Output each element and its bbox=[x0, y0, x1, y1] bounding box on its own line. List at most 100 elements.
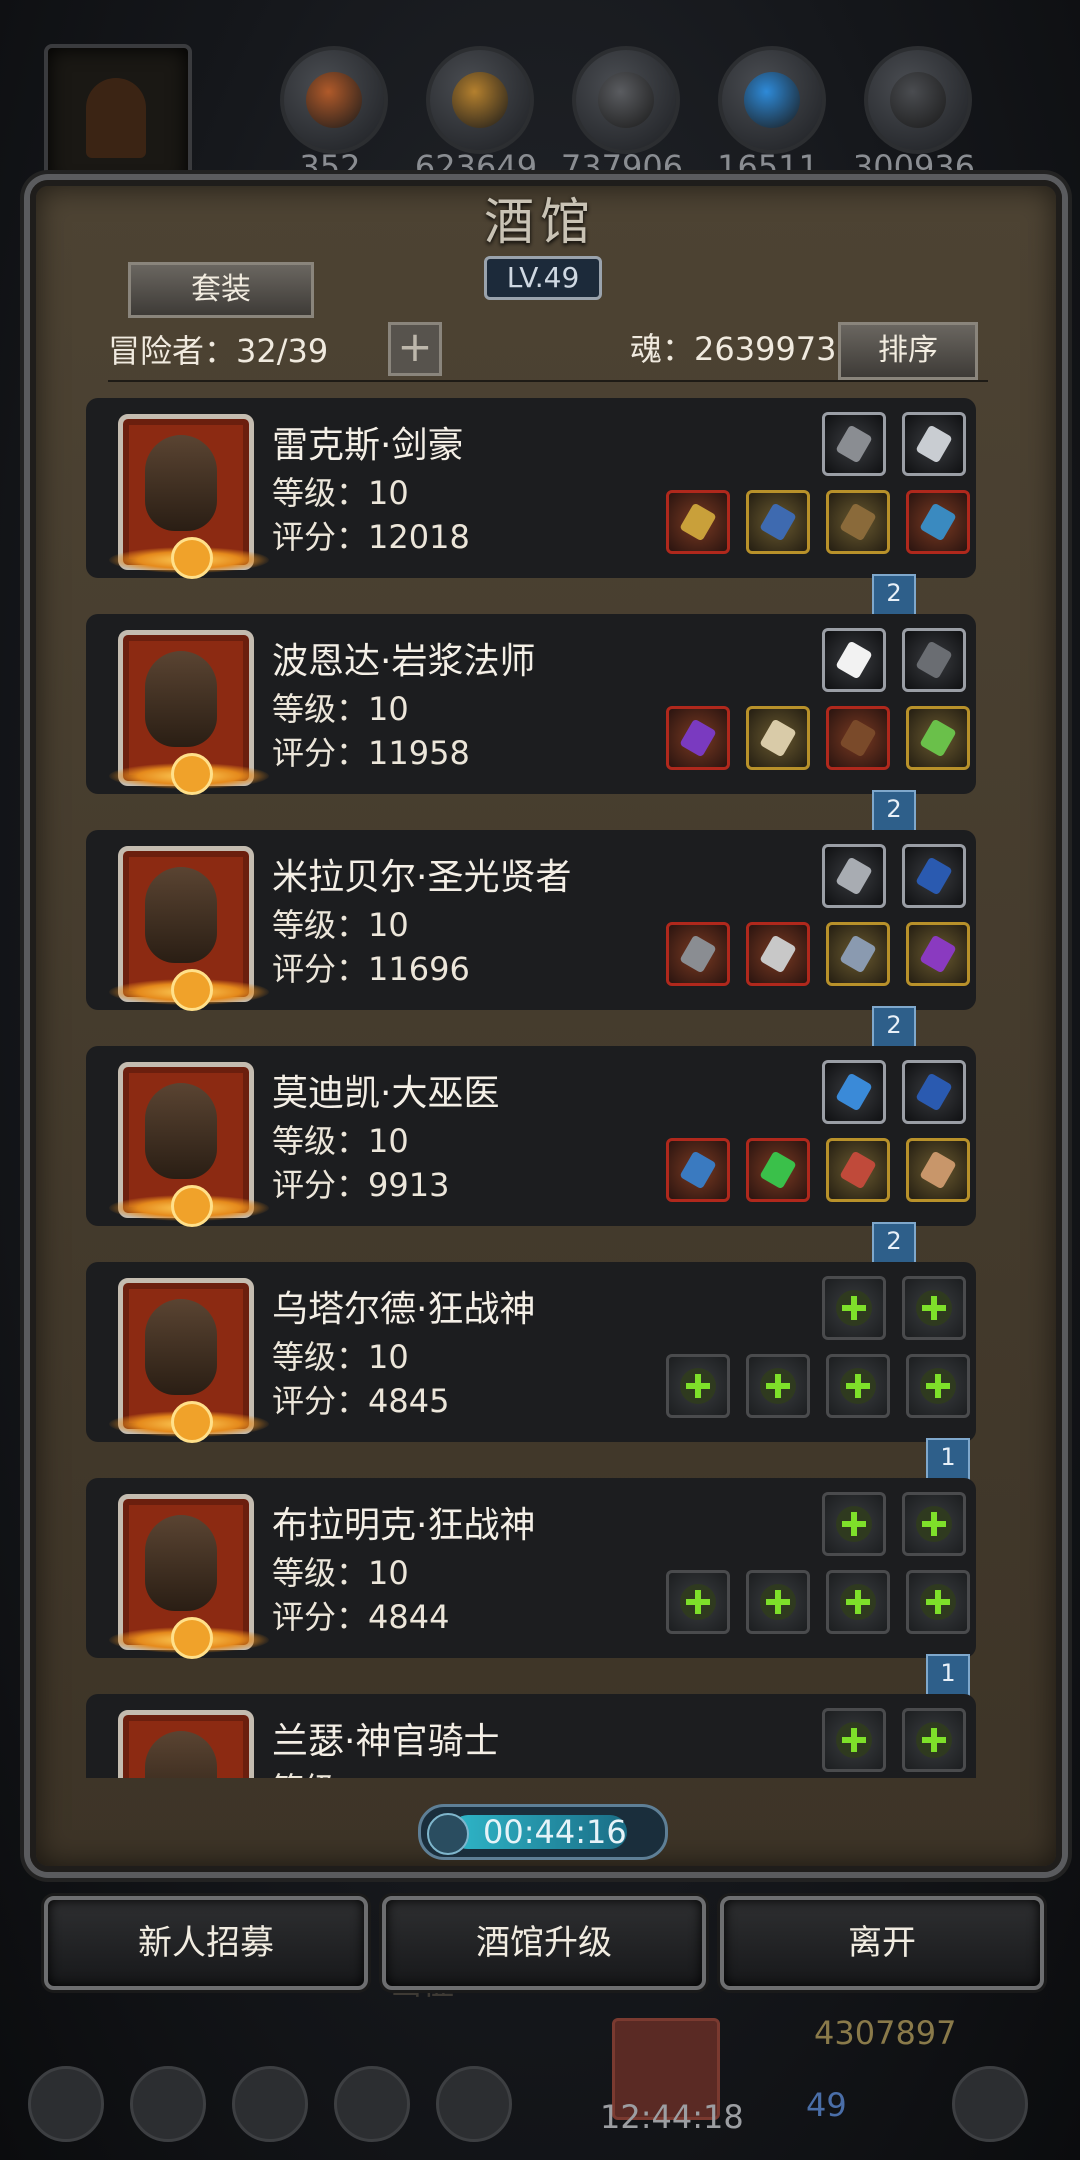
achievement-icon[interactable] bbox=[130, 2066, 206, 2142]
equipment-slot[interactable] bbox=[826, 706, 890, 770]
item-icon bbox=[835, 424, 873, 464]
hero-name: 米拉贝尔·圣光贤者 bbox=[272, 857, 572, 898]
hero-list[interactable]: 雷克斯·剑豪 等级：10 评分：12018 2 波恩达·岩浆法师 等级：10 评分：1195… bbox=[86, 398, 996, 1778]
equipment-slot[interactable] bbox=[826, 1138, 890, 1202]
resource-3[interactable] bbox=[718, 46, 826, 154]
hero-card[interactable]: 兰瑟·神官骑士等级： bbox=[86, 1694, 976, 1778]
add-icon bbox=[680, 1368, 716, 1404]
empty-equip-slot[interactable] bbox=[666, 1570, 730, 1634]
empty-equip-slot[interactable] bbox=[822, 1492, 886, 1556]
hero-card[interactable]: 布拉明克·狂战神 等级：10 评分：4844 bbox=[86, 1478, 976, 1659]
sort-button[interactable]: 排序 bbox=[838, 322, 978, 380]
equipment-slot[interactable] bbox=[666, 1138, 730, 1202]
equipment-slot[interactable] bbox=[902, 1060, 966, 1124]
equipment-slot[interactable] bbox=[666, 490, 730, 554]
hero-portrait[interactable] bbox=[118, 1710, 254, 1778]
equipment-slot[interactable] bbox=[906, 706, 970, 770]
equipment-slot[interactable] bbox=[666, 922, 730, 986]
hero-portrait[interactable] bbox=[109, 1278, 269, 1443]
hero-slot[interactable] bbox=[44, 44, 192, 192]
equipment-slot[interactable] bbox=[746, 490, 810, 554]
empty-equip-slot[interactable] bbox=[906, 1354, 970, 1418]
equipment-slot[interactable] bbox=[906, 1138, 970, 1202]
item-icon bbox=[919, 718, 957, 758]
hero-face-icon bbox=[145, 1515, 217, 1611]
resource-1[interactable] bbox=[426, 46, 534, 154]
equipment-slot[interactable] bbox=[822, 412, 886, 476]
empty-equip-slot[interactable] bbox=[902, 1276, 966, 1340]
add-slot-button[interactable]: + bbox=[388, 322, 442, 376]
hero-card[interactable]: 雷克斯·剑豪 等级：10 评分：12018 bbox=[86, 398, 976, 579]
gear-emblem-icon bbox=[171, 969, 213, 1011]
item-icon bbox=[835, 640, 873, 680]
hero-portrait[interactable] bbox=[109, 846, 269, 1011]
item-icon bbox=[919, 502, 957, 542]
game-clock: 12:44:18 bbox=[600, 2098, 744, 2136]
equipment-slot[interactable] bbox=[822, 844, 886, 908]
equipment-slot[interactable] bbox=[902, 628, 966, 692]
equipment-slot[interactable] bbox=[822, 628, 886, 692]
resource-bar: 352 623649 737906 16511 300936 bbox=[0, 40, 1080, 192]
empty-equip-slot[interactable] bbox=[746, 1570, 810, 1634]
empty-equip-slot[interactable] bbox=[666, 1354, 730, 1418]
trade-icon[interactable] bbox=[436, 2066, 512, 2142]
add-icon bbox=[920, 1584, 956, 1620]
item-icon bbox=[835, 1072, 873, 1112]
empty-equip-slot[interactable] bbox=[906, 1570, 970, 1634]
add-icon bbox=[836, 1290, 872, 1326]
equipment-slot[interactable] bbox=[746, 706, 810, 770]
empty-equip-slot[interactable] bbox=[822, 1276, 886, 1340]
empty-equip-slot[interactable] bbox=[826, 1570, 890, 1634]
hero-face-icon bbox=[145, 867, 217, 963]
equipment-slot[interactable] bbox=[746, 922, 810, 986]
meat-icon bbox=[306, 72, 362, 128]
hero-card[interactable]: 米拉贝尔·圣光贤者 等级：10 评分：11696 bbox=[86, 830, 976, 1011]
leave-button[interactable]: 离开 bbox=[720, 1896, 1044, 1990]
equipment-slot[interactable] bbox=[902, 412, 966, 476]
hero-card[interactable]: 乌塔尔德·狂战神 等级：10 评分：4845 bbox=[86, 1262, 976, 1443]
add-currency-icon[interactable] bbox=[952, 2066, 1028, 2142]
empty-equip-slot[interactable] bbox=[902, 1492, 966, 1556]
equipment-slot[interactable] bbox=[666, 706, 730, 770]
guild-icon[interactable] bbox=[232, 2066, 308, 2142]
gear-emblem-icon bbox=[171, 1185, 213, 1227]
hero-portrait[interactable] bbox=[109, 1494, 269, 1659]
equipment-slot[interactable] bbox=[906, 490, 970, 554]
hero-level: 等级：10 bbox=[272, 1122, 409, 1160]
item-icon bbox=[835, 856, 873, 896]
hero-score: 评分：4845 bbox=[272, 1382, 450, 1420]
equipment-slot[interactable] bbox=[902, 844, 966, 908]
upgrade-tavern-button[interactable]: 酒馆升级 bbox=[382, 1896, 706, 1990]
hero-card[interactable]: 波恩达·岩浆法师 等级：10 评分：11958 bbox=[86, 614, 976, 795]
resource-0[interactable] bbox=[280, 46, 388, 154]
hero-portrait[interactable] bbox=[109, 414, 269, 579]
hero-name: 兰瑟·神官骑士 bbox=[272, 1721, 500, 1762]
gear-emblem-icon bbox=[171, 537, 213, 579]
hero-card[interactable]: 莫迪凯·大巫医 等级：10 评分：9913 bbox=[86, 1046, 976, 1227]
item-icon bbox=[679, 718, 717, 758]
crystal-icon bbox=[744, 72, 800, 128]
hero-portrait[interactable] bbox=[109, 1062, 269, 1227]
recruit-button[interactable]: 新人招募 bbox=[44, 1896, 368, 1990]
rank-medal-icon bbox=[109, 969, 269, 1011]
equipment-slot[interactable] bbox=[822, 1060, 886, 1124]
resource-4[interactable] bbox=[864, 46, 972, 154]
empty-equip-slot[interactable] bbox=[826, 1354, 890, 1418]
add-icon bbox=[916, 1722, 952, 1758]
equipment-slot[interactable] bbox=[826, 490, 890, 554]
item-icon bbox=[915, 424, 953, 464]
equipment-slot[interactable] bbox=[906, 922, 970, 986]
resource-2[interactable] bbox=[572, 46, 680, 154]
equipment-slot[interactable] bbox=[826, 922, 890, 986]
mail-icon[interactable] bbox=[334, 2066, 410, 2142]
suit-button[interactable]: 套装 bbox=[128, 262, 314, 318]
rank-medal-icon bbox=[109, 1185, 269, 1227]
empty-equip-slot[interactable] bbox=[822, 1708, 886, 1772]
rank-medal-icon bbox=[109, 753, 269, 795]
empty-equip-slot[interactable] bbox=[746, 1354, 810, 1418]
hero-portrait[interactable] bbox=[109, 630, 269, 795]
add-icon bbox=[836, 1722, 872, 1758]
equipment-slot[interactable] bbox=[746, 1138, 810, 1202]
settings-icon[interactable] bbox=[28, 2066, 104, 2142]
empty-equip-slot[interactable] bbox=[902, 1708, 966, 1772]
